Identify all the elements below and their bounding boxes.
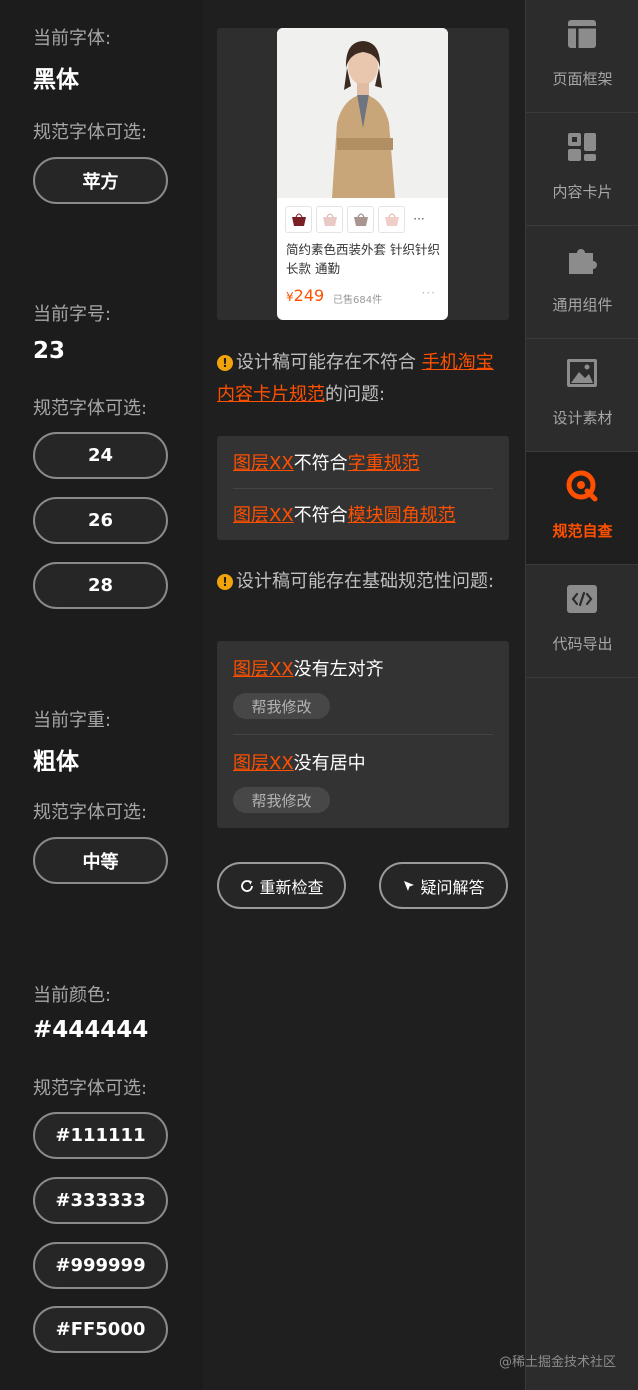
product-title: 简约素色西装外套 针织针织长款 通勤 <box>286 242 440 276</box>
nav-item-spec-check[interactable]: 规范自查 <box>526 452 638 565</box>
bag-thumbnail[interactable] <box>378 205 405 233</box>
color-option-button[interactable]: #333333 <box>33 1177 168 1224</box>
more-variants[interactable]: ··· <box>409 212 429 226</box>
nav-label: 页面框架 <box>552 70 613 88</box>
faq-button[interactable]: 疑问解答 <box>379 862 508 909</box>
component-icon <box>569 249 597 274</box>
more-icon[interactable]: ··· <box>422 286 436 300</box>
nav-label: 通用组件 <box>552 296 613 314</box>
layer-link[interactable]: 图层XX <box>233 753 294 774</box>
product-photo <box>277 28 448 198</box>
layer-link[interactable]: 图层XX <box>233 505 294 526</box>
warning-icon: ! <box>217 574 233 590</box>
nav-label: 代码导出 <box>552 635 613 653</box>
price-value: 249 <box>293 286 325 305</box>
size-option-button[interactable]: 28 <box>33 562 168 609</box>
current-color-label: 当前颜色: <box>33 985 112 1006</box>
nav-label: 内容卡片 <box>552 183 613 201</box>
warning-text: 设计稿可能存在不符合 <box>236 352 422 373</box>
faq-label: 疑问解答 <box>420 877 485 897</box>
recheck-label: 重新检查 <box>259 877 324 897</box>
bag-thumbnail[interactable] <box>285 205 312 233</box>
content-card-preview[interactable]: ··· 简约素色西装外套 针织针织长款 通勤 ¥249 已售684件 ··· <box>277 28 448 320</box>
color-options-label: 规范字体可选: <box>33 1078 148 1099</box>
nav-item-assets[interactable]: 设计素材 <box>526 339 638 452</box>
font-option-button[interactable]: 苹方 <box>33 157 168 204</box>
page-frame-icon <box>568 20 596 48</box>
issue-item: 图层XX不符合字重规范 <box>233 449 493 475</box>
issue-text: 没有居中 <box>293 753 366 774</box>
basic-spec-warning: ! 设计稿可能存在基础规范性问题: <box>217 566 511 598</box>
design-preview: ··· 简约素色西装外套 针织针织长款 通勤 ¥249 已售684件 ··· <box>217 28 509 320</box>
current-font-label: 当前字体: <box>33 28 112 49</box>
bag-thumbnail[interactable] <box>347 205 374 233</box>
nav-item-content-card[interactable]: 内容卡片 <box>526 113 638 226</box>
bag-thumbnail[interactable] <box>316 205 343 233</box>
spec-check-icon <box>566 470 598 502</box>
current-weight-value: 粗体 <box>33 749 79 775</box>
warning-text: 的问题: <box>325 384 386 405</box>
divider <box>233 488 493 489</box>
color-option-button[interactable]: #FF5000 <box>33 1306 168 1353</box>
current-font-value: 黑体 <box>33 67 79 93</box>
spec-detail-panel: 当前字体: 黑体 规范字体可选: 苹方 当前字号: 23 规范字体可选: 24 … <box>0 0 203 1390</box>
size-options-label: 规范字体可选: <box>33 398 148 419</box>
nav-label: 规范自查 <box>552 522 613 540</box>
sold-count: 已售684件 <box>333 295 383 306</box>
current-size-value: 23 <box>33 338 66 364</box>
image-asset-icon <box>567 359 597 387</box>
card-spec-warning: ! 设计稿可能存在不符合 手机淘宝内容卡片规范的问题: <box>217 347 511 411</box>
warning-text: 设计稿可能存在基础规范性问题: <box>236 571 495 592</box>
content-card-icon <box>568 133 596 161</box>
size-option-button[interactable]: 26 <box>33 497 168 544</box>
basic-issue-list: 图层XX没有左对齐 帮我修改 图层XX没有居中 帮我修改 <box>217 641 509 828</box>
weight-options-label: 规范字体可选: <box>33 802 148 823</box>
code-export-icon <box>567 585 597 613</box>
model-in-trench-coat-image <box>277 28 448 198</box>
issue-item: 图层XX不符合模块圆角规范 <box>233 501 493 527</box>
layer-link[interactable]: 图层XX <box>233 453 294 474</box>
recheck-button[interactable]: 重新检查 <box>217 862 346 909</box>
issue-text: 没有左对齐 <box>293 659 384 680</box>
check-results-panel: ··· 简约素色西装外套 针织针织长款 通勤 ¥249 已售684件 ··· !… <box>203 0 525 1390</box>
nav-item-code-export[interactable]: 代码导出 <box>526 565 638 678</box>
issue-text: 不符合 <box>293 453 348 474</box>
font-options-label: 规范字体可选: <box>33 122 148 143</box>
current-size-label: 当前字号: <box>33 304 112 325</box>
current-weight-label: 当前字重: <box>33 710 112 731</box>
weight-option-button[interactable]: 中等 <box>33 837 168 884</box>
watermark: @稀土掘金技术社区 <box>498 1355 616 1370</box>
card-issue-list: 图层XX不符合字重规范 图层XX不符合模块圆角规范 <box>217 436 509 540</box>
fix-for-me-button[interactable]: 帮我修改 <box>233 787 330 813</box>
refresh-icon <box>241 879 254 892</box>
issue-text: 不符合 <box>293 505 348 526</box>
rule-link[interactable]: 字重规范 <box>348 453 420 474</box>
current-color-value: #444444 <box>33 1017 149 1043</box>
cursor-icon <box>404 880 415 891</box>
product-price: ¥249 <box>286 286 324 305</box>
currency-symbol: ¥ <box>286 290 294 304</box>
nav-item-components[interactable]: 通用组件 <box>526 226 638 339</box>
layer-link[interactable]: 图层XX <box>233 659 294 680</box>
nav-label: 设计素材 <box>552 409 613 427</box>
size-option-button[interactable]: 24 <box>33 432 168 479</box>
fix-for-me-button[interactable]: 帮我修改 <box>233 693 330 719</box>
color-option-button[interactable]: #111111 <box>33 1112 168 1159</box>
divider <box>233 734 493 735</box>
warning-icon: ! <box>217 355 233 371</box>
issue-item: 图层XX没有居中 <box>233 749 493 775</box>
nav-item-page-frame[interactable]: 页面框架 <box>526 0 638 113</box>
variant-thumbnails: ··· <box>285 204 429 234</box>
issue-item: 图层XX没有左对齐 <box>233 655 493 681</box>
right-nav: 页面框架 内容卡片 通用组件 设计素材 规范自查 代码导出 <box>525 0 638 1390</box>
color-option-button[interactable]: #999999 <box>33 1242 168 1289</box>
rule-link[interactable]: 模块圆角规范 <box>348 505 456 526</box>
